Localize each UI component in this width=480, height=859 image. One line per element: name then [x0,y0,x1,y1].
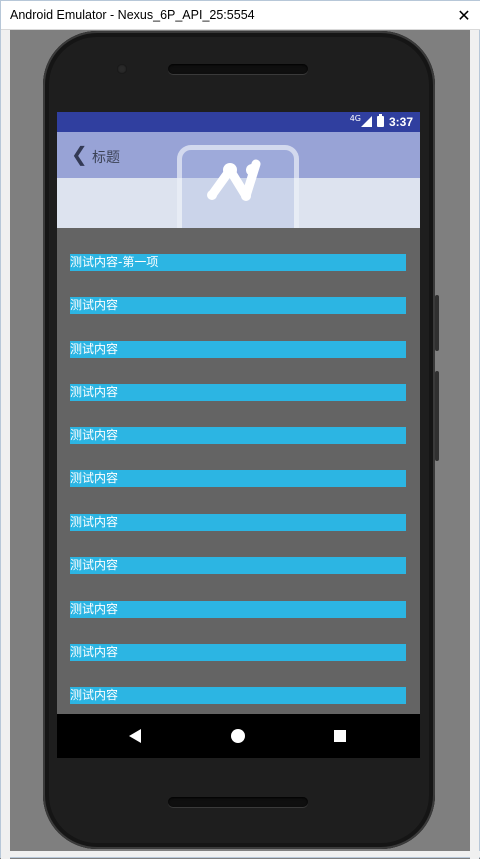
list-item[interactable]: 测试内容 [70,427,406,444]
list-item[interactable]: 测试内容 [70,470,406,487]
battery-icon [377,114,384,127]
window-border-right [470,30,479,859]
bottom-speaker [168,797,308,807]
navigation-bar [57,714,420,758]
list-item[interactable]: 测试内容 [70,644,406,661]
power-button[interactable] [435,295,439,351]
recents-icon[interactable] [334,730,346,742]
close-icon[interactable]: ✕ [447,1,480,29]
status-time: 3:37 [388,115,413,129]
list-item[interactable]: 测试内容 [70,687,406,704]
page-title: 标题 [92,150,120,166]
list-item[interactable]: 测试内容 [70,297,406,314]
phone-screen: 4G 3:37 ❮ 标题 测试内容-第一项 测试内容 测试内容 测试内容 测试内… [57,112,420,758]
volume-button[interactable] [435,371,439,461]
back-arrow-icon[interactable]: ❮ [71,144,88,164]
front-camera-icon [117,64,127,74]
list-item[interactable]: 测试内容 [70,557,406,574]
signal-icon [361,116,372,127]
window-border-left [1,30,10,859]
status-bar: 4G 3:37 [57,112,420,132]
home-icon[interactable] [231,729,245,743]
back-icon[interactable] [129,729,141,743]
list-item[interactable]: 测试内容 [70,514,406,531]
top-speaker [168,64,308,74]
window-titlebar[interactable]: Android Emulator - Nexus_6P_API_25:5554 … [1,1,480,30]
list-item[interactable]: 测试内容 [70,341,406,358]
window-title: Android Emulator - Nexus_6P_API_25:5554 [10,8,255,22]
content-list[interactable]: 测试内容-第一项 测试内容 测试内容 测试内容 测试内容 测试内容 测试内容 测… [57,228,420,714]
window-border-bottom [1,851,480,857]
network-type: 4G [349,114,361,123]
list-item[interactable]: 测试内容-第一项 [70,254,406,271]
list-item[interactable]: 测试内容 [70,601,406,618]
list-item[interactable]: 测试内容 [70,384,406,401]
